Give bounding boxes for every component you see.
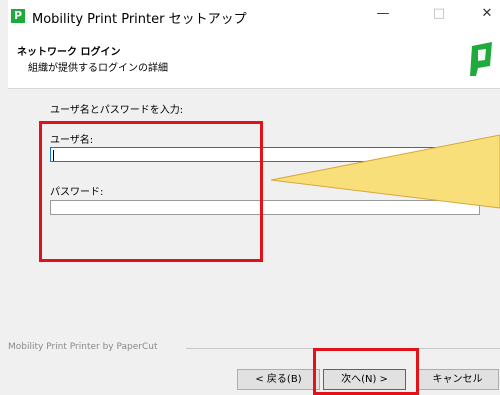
next-button-highlight-box — [313, 348, 419, 395]
fields-highlight-box — [39, 121, 263, 262]
